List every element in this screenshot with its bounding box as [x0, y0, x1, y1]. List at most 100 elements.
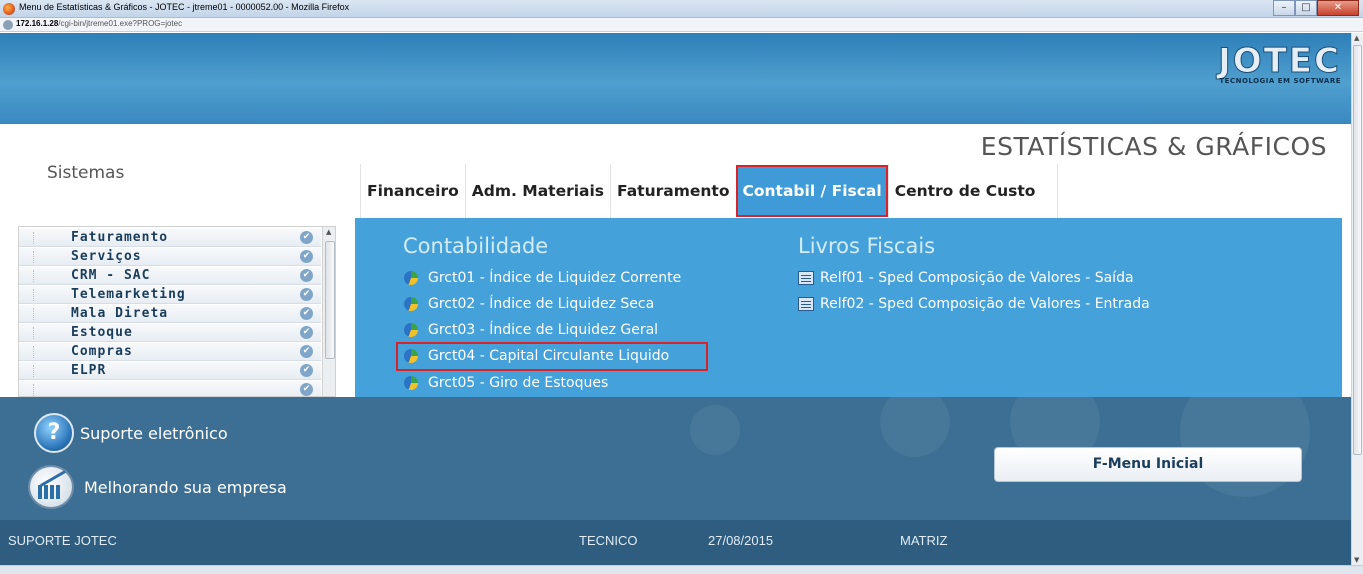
scroll-up-icon[interactable]: ▲ [326, 228, 331, 236]
sidebar-item-compras[interactable]: Compras ✔ [19, 343, 321, 361]
url-text: 172.16.1.28/cgi-bin/jtreme01.exe?PROG=jo… [16, 19, 182, 28]
horizontal-scrollbar[interactable] [0, 565, 1363, 574]
drag-grip-icon [33, 384, 37, 396]
sidebar-item-label: Serviços [71, 249, 142, 264]
sidebar-item-label: Mala Direta [71, 306, 169, 321]
sidebar-item-label: Faturamento [71, 230, 169, 245]
contabilidade-title: Contabilidade [403, 234, 549, 258]
check-icon: ✔ [300, 326, 313, 339]
link-label: Grct03 - Índice de Liquidez Geral [428, 322, 659, 338]
livros-fiscais-title: Livros Fiscais [798, 234, 936, 258]
sidebar-item-telemarketing[interactable]: Telemarketing ✔ [19, 286, 321, 304]
scroll-down-icon[interactable]: ▼ [1354, 556, 1359, 564]
module-tabs: Financeiro Adm. Materiais Faturamento Co… [360, 164, 1058, 218]
browser-titlebar: Menu de Estatísticas & Gráficos - JOTEC … [0, 0, 1363, 18]
link-label: Grct02 - Índice de Liquidez Seca [428, 296, 655, 312]
sidebar-item-faturamento[interactable]: Faturamento ✔ [19, 229, 321, 247]
status-user: TECNICO [579, 533, 638, 548]
firefox-icon [3, 3, 15, 15]
growth-chart-icon [28, 465, 74, 509]
drag-grip-icon [33, 289, 37, 301]
page-scroll-thumb[interactable] [1353, 45, 1362, 455]
sidebar-heading: Sistemas [47, 163, 125, 183]
check-icon: ✔ [300, 307, 313, 320]
check-icon: ✔ [300, 269, 313, 282]
pie-chart-icon [404, 376, 418, 390]
check-icon: ✔ [300, 231, 313, 244]
status-date: 27/08/2015 [708, 533, 774, 548]
maximize-button[interactable]: □ [1295, 0, 1317, 16]
sidebar-item-crm-sac[interactable]: CRM - SAC ✔ [19, 267, 321, 285]
sidebar-item-label: Estoque [71, 325, 133, 340]
sidebar-item-partial[interactable]: ✔ [19, 381, 321, 396]
sidebar-scroll-thumb[interactable] [325, 241, 335, 359]
check-icon: ✔ [300, 288, 313, 301]
pie-chart-icon [404, 297, 418, 311]
pie-chart-icon [404, 323, 418, 337]
drag-grip-icon [33, 270, 37, 282]
f-menu-inicial-button[interactable]: F-Menu Inicial [994, 447, 1302, 482]
tab-centro-de-custo[interactable]: Centro de Custo [887, 164, 1058, 218]
link-grct02[interactable]: Grct02 - Índice de Liquidez Seca [404, 296, 654, 312]
drag-grip-icon [33, 232, 37, 244]
window-controls: – □ ✕ [1273, 0, 1359, 17]
drag-grip-icon [33, 308, 37, 320]
sidebar-item-mala-direta[interactable]: Mala Direta ✔ [19, 305, 321, 323]
link-grct03[interactable]: Grct03 - Índice de Liquidez Geral [404, 322, 658, 338]
check-icon: ✔ [300, 383, 313, 396]
drag-grip-icon [33, 251, 37, 263]
link-label: Grct01 - Índice de Liquidez Corrente [428, 270, 682, 286]
support-label: Suporte eletrônico [80, 423, 228, 443]
status-support: SUPORTE JOTEC [8, 533, 117, 548]
globe-icon [3, 20, 13, 30]
logo-mark: JOTEC [1218, 41, 1341, 81]
sidebar-item-label: ELPR [71, 363, 107, 378]
support-link[interactable]: ? Suporte eletrônico [34, 413, 228, 453]
status-branch: MATRIZ [900, 533, 948, 548]
sidebar-item-label: CRM - SAC [71, 268, 151, 283]
tab-adm-materiais[interactable]: Adm. Materiais [464, 164, 610, 218]
link-grct05[interactable]: Grct05 - Giro de Estoques [404, 375, 608, 391]
sidebar-item-label: Telemarketing [71, 287, 186, 302]
document-list-icon [798, 271, 814, 285]
scroll-up-icon[interactable]: ▲ [1354, 34, 1359, 42]
logo-subtitle: TECNOLOGIA EM SOFTWARE [1219, 77, 1341, 85]
address-bar[interactable]: 172.16.1.28/cgi-bin/jtreme01.exe?PROG=jo… [0, 18, 1363, 32]
url-host: 172.16.1.28 [16, 19, 59, 28]
link-relf01[interactable]: Relf01 - Sped Composição de Valores - Sa… [798, 270, 1134, 286]
check-icon: ✔ [300, 250, 313, 263]
link-label: Grct05 - Giro de Estoques [428, 375, 609, 391]
minimize-button[interactable]: – [1273, 0, 1295, 16]
drag-grip-icon [33, 365, 37, 377]
improve-label: Melhorando sua empresa [84, 477, 287, 497]
decor-circle [880, 397, 950, 457]
improve-link[interactable]: Melhorando sua empresa [28, 465, 287, 509]
drag-grip-icon [33, 346, 37, 358]
selection-highlight [396, 342, 708, 371]
decor-circle [690, 405, 740, 455]
sidebar-item-estoque[interactable]: Estoque ✔ [19, 324, 321, 342]
url-path: /cgi-bin/jtreme01.exe?PROG=jotec [58, 19, 183, 28]
page-scrollbar[interactable]: ▲ ▼ [1351, 33, 1363, 565]
close-button[interactable]: ✕ [1317, 0, 1359, 16]
link-relf02[interactable]: Relf02 - Sped Composição de Valores - En… [798, 296, 1150, 312]
tab-financeiro[interactable]: Financeiro [360, 164, 465, 218]
check-icon: ✔ [300, 364, 313, 377]
link-grct01[interactable]: Grct01 - Índice de Liquidez Corrente [404, 270, 681, 286]
jotec-logo: JOTEC TECNOLOGIA EM SOFTWARE [1151, 41, 1341, 86]
drag-grip-icon [33, 327, 37, 339]
sidebar-item-elpr[interactable]: ELPR ✔ [19, 362, 321, 380]
sidebar-scrollbar[interactable]: ▲ [322, 227, 335, 396]
link-label: Relf01 - Sped Composição de Valores - Sa… [820, 270, 1134, 286]
header-band [0, 33, 1351, 124]
pie-chart-icon [404, 271, 418, 285]
document-list-icon [798, 297, 814, 311]
help-question-icon: ? [34, 413, 74, 453]
systems-sidebar: Faturamento ✔ Serviços ✔ CRM - SAC ✔ Telema… [18, 226, 336, 397]
tab-faturamento[interactable]: Faturamento [610, 164, 735, 218]
check-icon: ✔ [300, 345, 313, 358]
sidebar-item-servicos[interactable]: Serviços ✔ [19, 248, 321, 266]
tab-contabil-fiscal[interactable]: Contabil / Fiscal [735, 165, 888, 217]
window-title: Menu de Estatísticas & Gráficos - JOTEC … [19, 2, 350, 12]
link-label: Relf02 - Sped Composição de Valores - En… [820, 296, 1150, 312]
